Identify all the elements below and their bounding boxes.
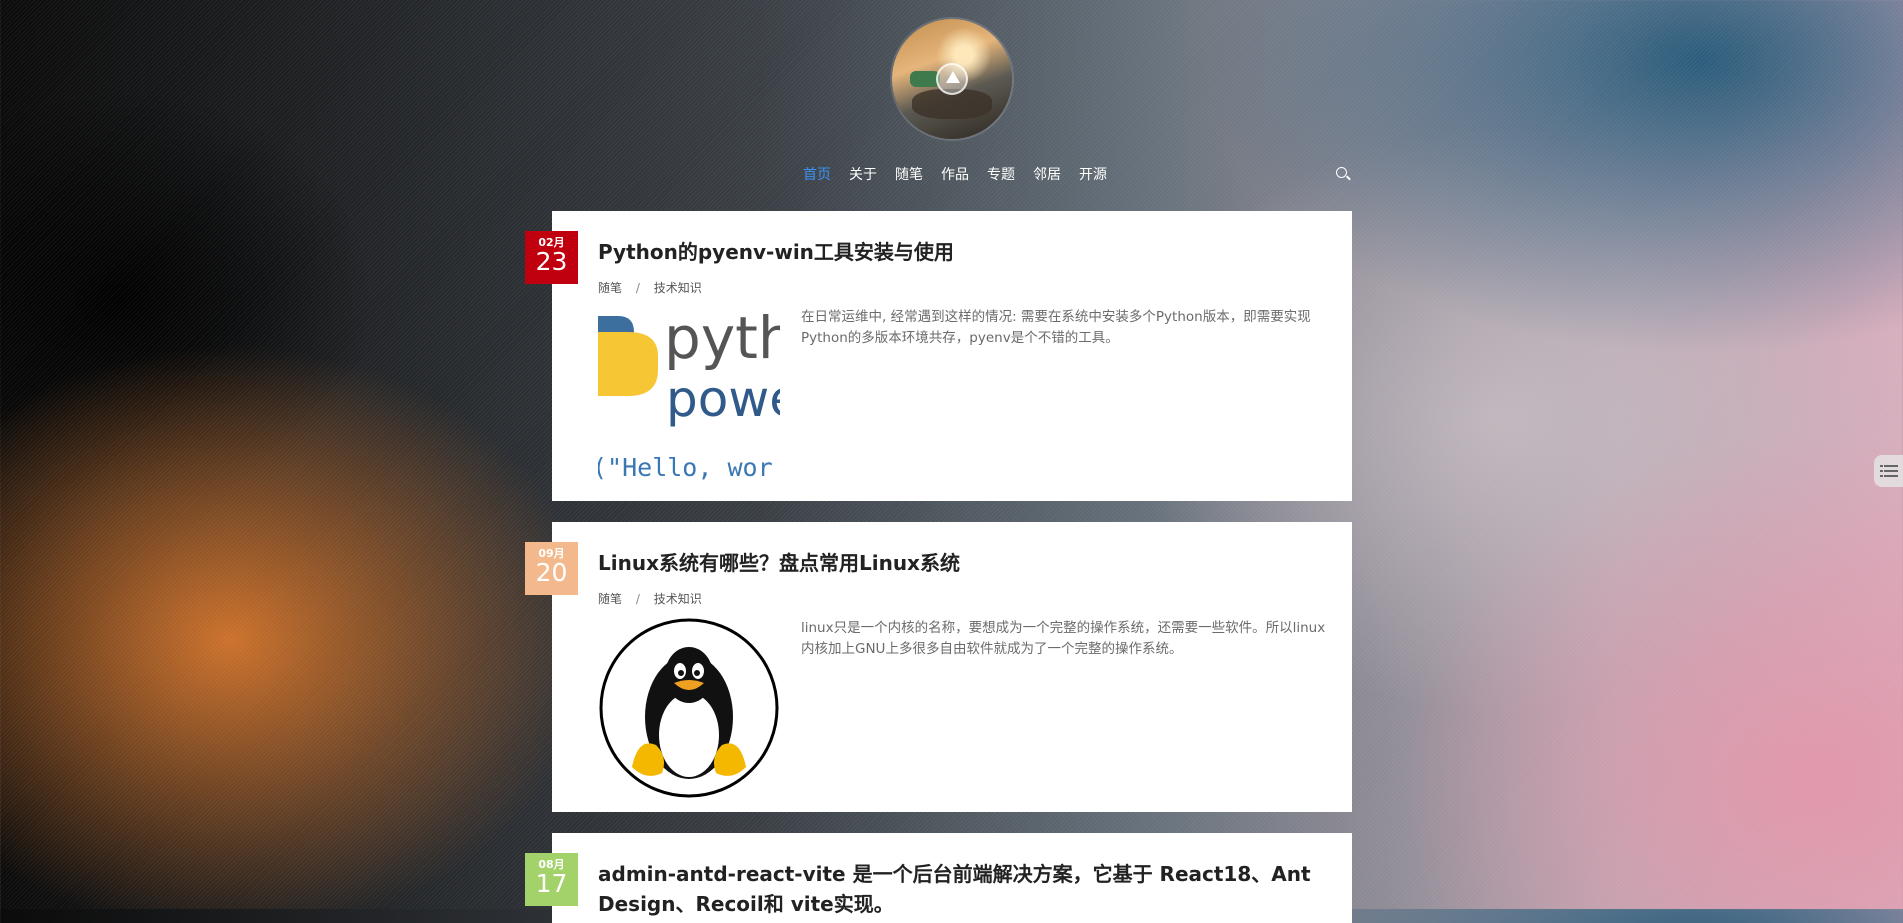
nav-item-topics[interactable]: 专题 [978, 166, 1024, 184]
post-category[interactable]: 随笔 [598, 592, 622, 606]
date-day: 23 [535, 247, 568, 276]
nav-item-works[interactable]: 作品 [932, 166, 978, 184]
date-day: 20 [535, 558, 568, 587]
post-excerpt: linux只是一个内核的名称，要想成为一个完整的操作系统，还需要一些软件。所以l… [801, 620, 1326, 657]
nav-item-essays[interactable]: 随笔 [886, 166, 932, 184]
toggle-bar [1884, 475, 1898, 477]
post-meta: 随笔 / 技术知识 [598, 279, 702, 296]
avatar[interactable] [892, 19, 1012, 139]
python-logo-image: pyth powe ("Hello, wor [598, 306, 780, 482]
post-excerpt: 在日常运维中, 经常遇到这样的情况: 需要在系统中安装多个Python版本，即需… [801, 309, 1311, 346]
thumb-text-line1: pyth [664, 306, 780, 372]
search-icon[interactable] [1336, 167, 1350, 181]
toggle-bar [1884, 465, 1898, 467]
date-day: 17 [535, 869, 568, 898]
date-badge: 02月 23 [525, 231, 578, 284]
toggle-bar [1884, 470, 1898, 472]
date-badge: 09月 20 [525, 542, 578, 595]
post-card: 09月 20 Linux系统有哪些？盘点常用Linux系统 随笔 / 技术知识 … [525, 522, 1352, 812]
nav-item-home[interactable]: 首页 [794, 166, 840, 184]
thumb-text-line3: ("Hello, wor [598, 453, 773, 482]
main-nav: 首页 关于 随笔 作品 专题 邻居 开源 [794, 166, 1116, 184]
post-title[interactable]: admin-antd-react-vite 是一个后台前端解决方案，它基于 Re… [598, 859, 1318, 919]
nav-item-opensource[interactable]: 开源 [1070, 166, 1116, 184]
side-menu-toggle[interactable] [1874, 455, 1903, 487]
thumb-text-line2: powe [666, 370, 780, 428]
post-thumbnail[interactable] [598, 617, 780, 799]
nav-item-neighbors[interactable]: 邻居 [1024, 166, 1070, 184]
post-meta: 随笔 / 技术知识 [598, 590, 702, 607]
post-thumbnail[interactable]: pyth powe ("Hello, wor [598, 306, 780, 488]
tux-penguin-image [599, 618, 779, 798]
date-badge: 08月 17 [525, 853, 578, 906]
nav-item-about[interactable]: 关于 [840, 166, 886, 184]
toggle-bar [1880, 475, 1883, 477]
post-tag[interactable]: 技术知识 [654, 592, 702, 606]
post-title[interactable]: Linux系统有哪些？盘点常用Linux系统 [598, 548, 1318, 578]
meta-separator: / [635, 592, 640, 606]
post-category[interactable]: 随笔 [598, 281, 622, 295]
post-card: 08月 17 admin-antd-react-vite 是一个后台前端解决方案… [525, 833, 1352, 923]
toggle-bar [1880, 465, 1883, 467]
meta-separator: / [635, 281, 640, 295]
post-card: 02月 23 Python的pyenv-win工具安装与使用 随笔 / 技术知识… [525, 211, 1352, 501]
post-title[interactable]: Python的pyenv-win工具安装与使用 [598, 237, 1318, 267]
toggle-bar [1880, 470, 1883, 472]
post-tag[interactable]: 技术知识 [654, 281, 702, 295]
play-icon[interactable] [936, 63, 968, 95]
